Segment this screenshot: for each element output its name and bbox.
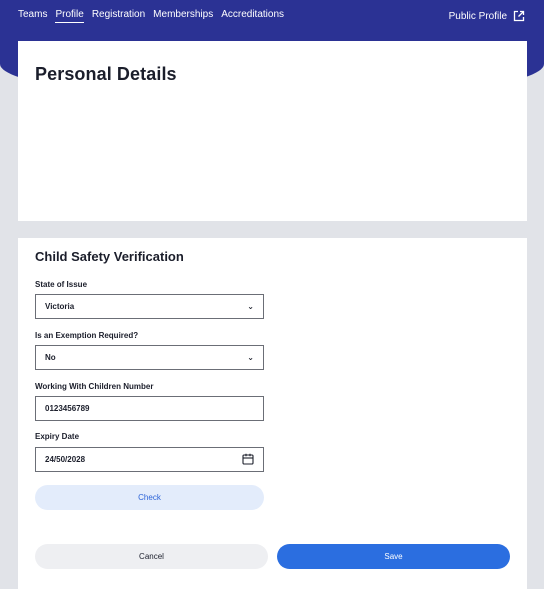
personal-details-card: Personal Details: [18, 41, 527, 221]
nav-item-profile[interactable]: Profile: [55, 9, 84, 23]
expiry-date-input[interactable]: 24/50/2028: [35, 447, 264, 472]
calendar-icon[interactable]: [242, 453, 254, 467]
public-profile-link[interactable]: Public Profile: [449, 10, 525, 22]
nav-item-registration[interactable]: Registration: [92, 9, 145, 23]
chevron-down-icon: ⌄: [247, 353, 254, 362]
save-button[interactable]: Save: [277, 544, 510, 569]
nav-item-accreditations[interactable]: Accreditations: [221, 9, 284, 23]
exemption-value: No: [45, 353, 56, 362]
expiry-date-label: Expiry Date: [35, 432, 80, 441]
external-link-icon: [513, 10, 525, 22]
check-button[interactable]: Check: [35, 485, 264, 510]
cancel-button[interactable]: Cancel: [35, 544, 268, 569]
personal-details-title: Personal Details: [35, 64, 177, 84]
nav-item-teams[interactable]: Teams: [18, 9, 47, 23]
wwc-number-label: Working With Children Number: [35, 382, 154, 391]
expiry-date-value: 24/50/2028: [45, 455, 86, 464]
exemption-label: Is an Exemption Required?: [35, 331, 139, 340]
state-of-issue-value: Victoria: [45, 302, 75, 311]
nav-item-memberships[interactable]: Memberships: [153, 9, 213, 23]
state-of-issue-select[interactable]: Victoria ⌄: [35, 294, 264, 319]
chevron-down-icon: ⌄: [247, 302, 254, 311]
state-of-issue-label: State of Issue: [35, 280, 88, 289]
wwc-number-input[interactable]: 0123456789: [35, 396, 264, 421]
wwc-number-value: 0123456789: [45, 404, 90, 413]
public-profile-label: Public Profile: [448, 10, 507, 22]
child-safety-card: Child Safety Verification State of Issue…: [18, 238, 527, 589]
nav-links: Teams Profile Registration Memberships A…: [18, 9, 284, 23]
exemption-select[interactable]: No ⌄: [35, 345, 264, 370]
child-safety-title: Child Safety Verification: [35, 249, 184, 264]
top-navigation: Teams Profile Registration Memberships A…: [0, 0, 544, 32]
